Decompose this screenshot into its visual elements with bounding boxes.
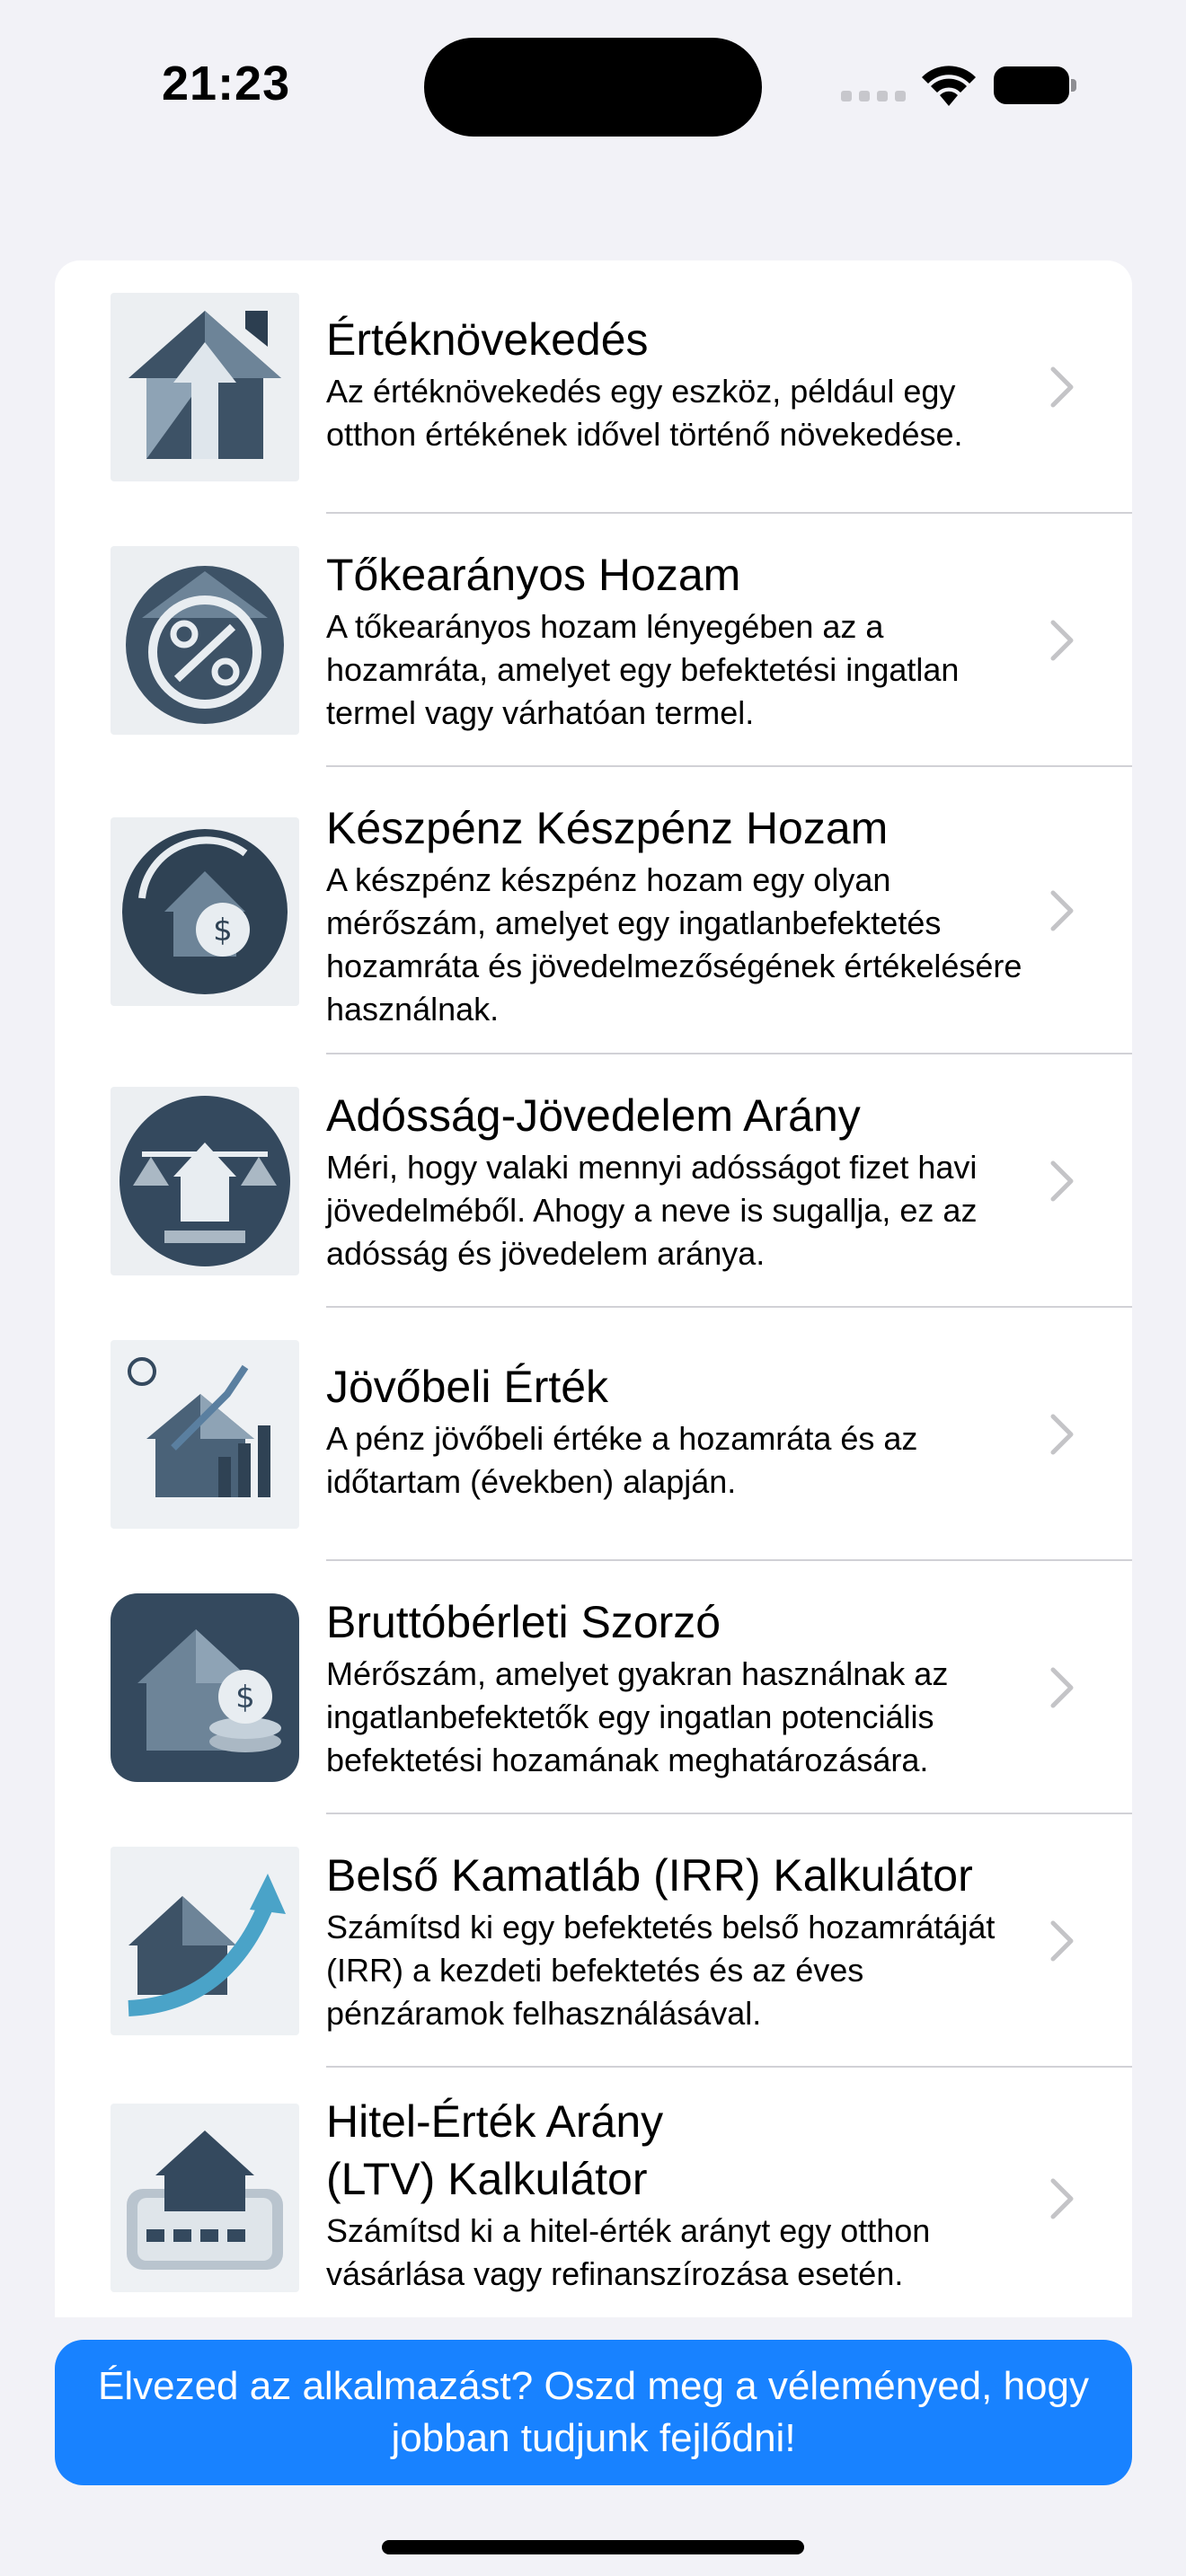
item-description: Méri, hogy valaki mennyi adósságot fizet… (326, 1149, 978, 1272)
chevron-right-icon (1050, 1414, 1074, 1455)
status-time: 21:23 (162, 57, 291, 110)
house-coins-icon: $ (111, 1593, 299, 1782)
house-trend-arrow-icon (111, 1847, 299, 2035)
list-item-tokearanyos-hozam[interactable]: Tőkearányos Hozam A tőkearányos hozam lé… (55, 514, 1132, 767)
svg-text:$: $ (213, 913, 233, 948)
chevron-right-icon (1050, 1160, 1074, 1202)
list-item-belso-kamatlab-irr[interactable]: Belső Kamatláb (IRR) Kalkulátor Számítsd… (55, 1814, 1132, 2068)
cash-cycle-house-icon: $ (111, 817, 299, 1006)
item-title: Belső Kamatláb (IRR) Kalkulátor (326, 1850, 973, 1901)
battery-icon (994, 66, 1076, 104)
list-item-keszpenz-hozam[interactable]: $ Készpénz Készpénz Hozam A készpénz kés… (55, 767, 1132, 1054)
dynamic-island (424, 38, 762, 137)
item-title: Jövőbeli Érték (326, 1362, 609, 1412)
item-title: Készpénz Készpénz Hozam (326, 803, 889, 853)
percent-house-icon (111, 546, 299, 735)
house-growth-chart-icon (111, 1340, 299, 1529)
list-item-jovobeli-ertek[interactable]: Jövőbeli Érték A pénz jövőbeli értéke a … (55, 1308, 1132, 1561)
wifi-icon (922, 66, 976, 106)
item-description: Számítsd ki a hitel-érték arányt egy ott… (326, 2212, 931, 2292)
item-description: Az értéknövekedés egy eszköz, például eg… (326, 373, 963, 453)
item-description: A készpénz készpénz hozam egy olyan mérő… (326, 861, 1022, 1028)
house-calculator-icon (111, 2104, 299, 2292)
chevron-right-icon (1050, 1920, 1074, 1962)
chevron-right-icon (1050, 2178, 1074, 2219)
list-item-bruttoberleti-szorzo[interactable]: $ Bruttóbérleti Szorzó Mérőszám, amelyet… (55, 1561, 1132, 1814)
item-title: Bruttóbérleti Szorzó (326, 1597, 721, 1647)
cellular-signal-icon (841, 90, 913, 106)
feedback-button[interactable]: Élvezed az alkalmazást? Oszd meg a vélem… (55, 2340, 1132, 2485)
chevron-right-icon (1050, 1667, 1074, 1708)
status-bar: 21:23 (0, 0, 1186, 180)
item-description: Számítsd ki egy befektetés belső hozamrá… (326, 1909, 996, 2032)
calculator-list: Értéknövekedés Az értéknövekedés egy esz… (55, 260, 1132, 2326)
item-title: Értéknövekedés (326, 314, 649, 365)
list-item-ertek-novekedes[interactable]: Értéknövekedés Az értéknövekedés egy esz… (55, 260, 1132, 514)
item-description: A pénz jövőbeli értéke a hozamráta és az… (326, 1420, 918, 1500)
item-description: Mérőszám, amelyet gyakran használnak az … (326, 1655, 949, 1778)
chevron-right-icon (1050, 620, 1074, 661)
chevron-right-icon (1050, 890, 1074, 931)
scales-house-icon (111, 1087, 299, 1275)
item-title: Adósság-Jövedelem Arány (326, 1090, 861, 1141)
item-title: Hitel-Érték Arány (LTV) Kalkulátor (326, 2096, 664, 2204)
svg-text:$: $ (235, 1680, 255, 1716)
list-item-hitel-ertek-arany-ltv[interactable]: Hitel-Érték Arány (LTV) Kalkulátor Számí… (55, 2068, 1132, 2326)
house-arrow-up-icon (111, 293, 299, 481)
item-description: A tőkearányos hozam lényegében az a hoza… (326, 608, 960, 731)
chevron-right-icon (1050, 366, 1074, 408)
home-indicator[interactable] (382, 2540, 804, 2554)
list-item-adossag-jovedelem-arany[interactable]: Adósság-Jövedelem Arány Méri, hogy valak… (55, 1054, 1132, 1308)
item-title: Tőkearányos Hozam (326, 550, 741, 600)
